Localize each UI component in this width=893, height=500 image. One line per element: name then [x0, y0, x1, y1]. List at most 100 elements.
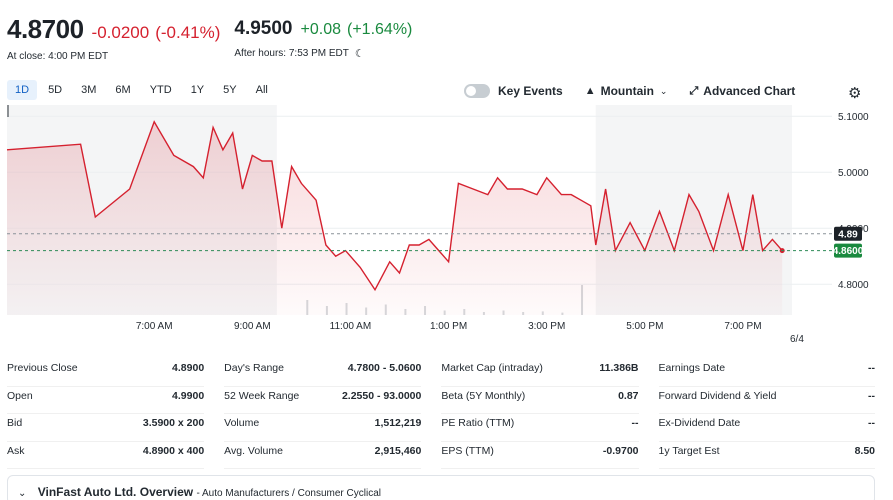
price-marker-label: 4.8600 [833, 246, 864, 257]
stat-row: Ex-Dividend Date -- [658, 414, 876, 442]
y-tick-label: 5.1000 [838, 112, 869, 123]
key-events-toggle[interactable]: Key Events [464, 84, 563, 98]
stat-value: 4.7800 - 5.0600 [347, 362, 422, 374]
stat-label: Day's Range [224, 362, 284, 374]
x-tick-label: 7:00 PM [724, 321, 761, 332]
toggle-switch[interactable] [464, 84, 490, 98]
stat-label: Bid [7, 417, 23, 429]
stat-label: Avg. Volume [224, 444, 283, 457]
expand-icon: ⤢ [689, 84, 699, 97]
x-tick-label: 1:00 PM [430, 321, 467, 332]
stat-value: -- [631, 417, 639, 429]
chart-type-dropdown[interactable]: ▲ Mountain ⌄ [585, 84, 668, 98]
after-hours-change: +0.08 [300, 21, 341, 38]
quote-header: 4.8700 -0.0200 (-0.41%) At close: 4:00 P… [7, 14, 426, 62]
x-tick-label: 5:00 PM [626, 321, 663, 332]
range-tab-6m[interactable]: 6M [107, 80, 138, 100]
close-time-label: At close: 4:00 PM EDT [7, 51, 109, 62]
stat-value: 4.8900 x 400 [142, 444, 205, 457]
stat-row: Earnings Date -- [658, 359, 876, 387]
after-hours-change-pct: (+1.64%) [347, 21, 413, 38]
chevron-down-icon: ⌄ [18, 488, 27, 499]
stat-row: EPS (TTM) -0.9700 [441, 442, 639, 469]
range-tab-1d[interactable]: 1D [7, 80, 38, 100]
x-tick-label: 9:00 AM [234, 321, 271, 332]
stat-value: 4.8900 [172, 362, 205, 374]
stat-row: Previous Close 4.8900 [7, 359, 205, 387]
after-hours-time-label: After hours: 7:53 PM EDT [234, 48, 349, 59]
after-hours-quote: 4.9500 +0.08 (+1.64%) After hours: 7:53 … [234, 14, 412, 62]
range-tab-1y[interactable]: 1Y [183, 80, 212, 100]
stat-label: Volume [224, 417, 260, 429]
mountain-icon: ▲ [584, 85, 596, 97]
close-quote: 4.8700 -0.0200 (-0.41%) At close: 4:00 P… [7, 14, 220, 62]
stat-value: -- [868, 417, 876, 429]
stat-value: -- [868, 362, 876, 374]
stat-label: Earnings Date [658, 362, 726, 374]
stat-label: EPS (TTM) [441, 444, 494, 457]
stat-label: Beta (5Y Monthly) [441, 389, 526, 402]
close-change: -0.0200 [91, 23, 150, 42]
y-tick-label: 5.0000 [838, 168, 869, 179]
stat-value: 1,512,219 [374, 417, 422, 429]
overview-title: VinFast Auto Ltd. Overview [37, 485, 194, 499]
stat-value: 2,915,460 [374, 444, 422, 457]
stat-label: Forward Dividend & Yield [658, 389, 777, 402]
range-tab-3m[interactable]: 3M [73, 80, 104, 100]
range-tab-ytd[interactable]: YTD [142, 80, 180, 100]
chart-type-label: Mountain [600, 84, 654, 98]
close-price: 4.8700 [7, 14, 84, 44]
date-label: 6/4 [790, 334, 804, 345]
stat-label: Market Cap (intraday) [441, 362, 543, 374]
price-marker-label: 4.89 [838, 229, 858, 240]
stat-row: Market Cap (intraday) 11.386B [441, 359, 639, 387]
stat-row: 52 Week Range 2.2550 - 93.0000 [224, 387, 422, 414]
stats-column: Previous Close 4.8900 Open 4.9900 Bid 3.5900 … [7, 359, 224, 469]
stat-row: Beta (5Y Monthly) 0.87 [441, 387, 639, 414]
stat-row: Open 4.9900 [7, 387, 205, 414]
chevron-down-icon: ⌄ [659, 85, 668, 96]
stat-row: Day's Range 4.7800 - 5.0600 [224, 359, 422, 387]
stats-column: Market Cap (intraday) 11.386B Beta (5Y Mon… [441, 359, 658, 469]
stat-value: 2.2550 - 93.0000 [341, 389, 422, 402]
stat-value: 11.386B [599, 362, 639, 374]
stat-value: 4.9900 [172, 389, 205, 402]
y-tick-label: 4.8000 [838, 280, 869, 291]
stat-value: 8.50 [854, 444, 876, 457]
stats-column: Earnings Date -- Forward Dividend & Yield -… [658, 359, 876, 469]
stat-value: 3.5900 x 200 [142, 417, 205, 429]
stat-label: 1y Target Est [658, 444, 720, 457]
stat-row: Bid 3.5900 x 200 [7, 414, 205, 442]
stats-table: Previous Close 4.8900 Open 4.9900 Bid 3.5900 … [7, 359, 876, 469]
stat-label: Previous Close [7, 362, 78, 374]
stat-row: Forward Dividend & Yield -- [658, 387, 876, 414]
moon-icon: ☾ [354, 48, 365, 60]
stat-label: PE Ratio (TTM) [441, 417, 515, 429]
range-tab-5y[interactable]: 5Y [215, 80, 244, 100]
stat-value: -0.9700 [602, 444, 639, 457]
stat-label: Open [7, 389, 33, 402]
close-change-pct: (-0.41%) [155, 23, 221, 42]
x-tick-label: 3:00 PM [528, 321, 565, 332]
range-tab-5d[interactable]: 5D [40, 80, 70, 100]
stat-row: Volume 1,512,219 [224, 414, 422, 442]
key-events-label: Key Events [498, 84, 563, 98]
stat-row: Avg. Volume 2,915,460 [224, 442, 422, 469]
x-tick-label: 7:00 AM [136, 321, 173, 332]
stats-column: Day's Range 4.7800 - 5.0600 52 Week Range 2… [224, 359, 441, 469]
company-overview-bar[interactable]: ⌄ VinFast Auto Ltd. Overview - Auto Manu… [7, 475, 875, 500]
range-tab-all[interactable]: All [248, 80, 276, 100]
stat-row: 1y Target Est 8.50 [658, 442, 876, 469]
stat-label: Ex-Dividend Date [658, 417, 741, 429]
x-tick-label: 11:00 AM [330, 321, 372, 332]
after-hours-price: 4.9500 [234, 18, 293, 39]
stat-label: Ask [7, 444, 25, 457]
advanced-chart-button[interactable]: ⤢ Advanced Chart [689, 84, 795, 98]
stat-label: 52 Week Range [224, 389, 300, 402]
stat-row: Ask 4.8900 x 400 [7, 442, 205, 469]
advanced-chart-label: Advanced Chart [703, 84, 796, 98]
chart-controls: Key Events ▲ Mountain ⌄ ⤢ Advanced Chart [464, 84, 817, 98]
stat-value: -- [868, 389, 876, 402]
price-chart[interactable]: 5.10005.00004.90004.80004.894.86007:00 A… [0, 100, 893, 350]
overview-meta: Auto Manufacturers / Consumer Cyclical [202, 488, 381, 499]
